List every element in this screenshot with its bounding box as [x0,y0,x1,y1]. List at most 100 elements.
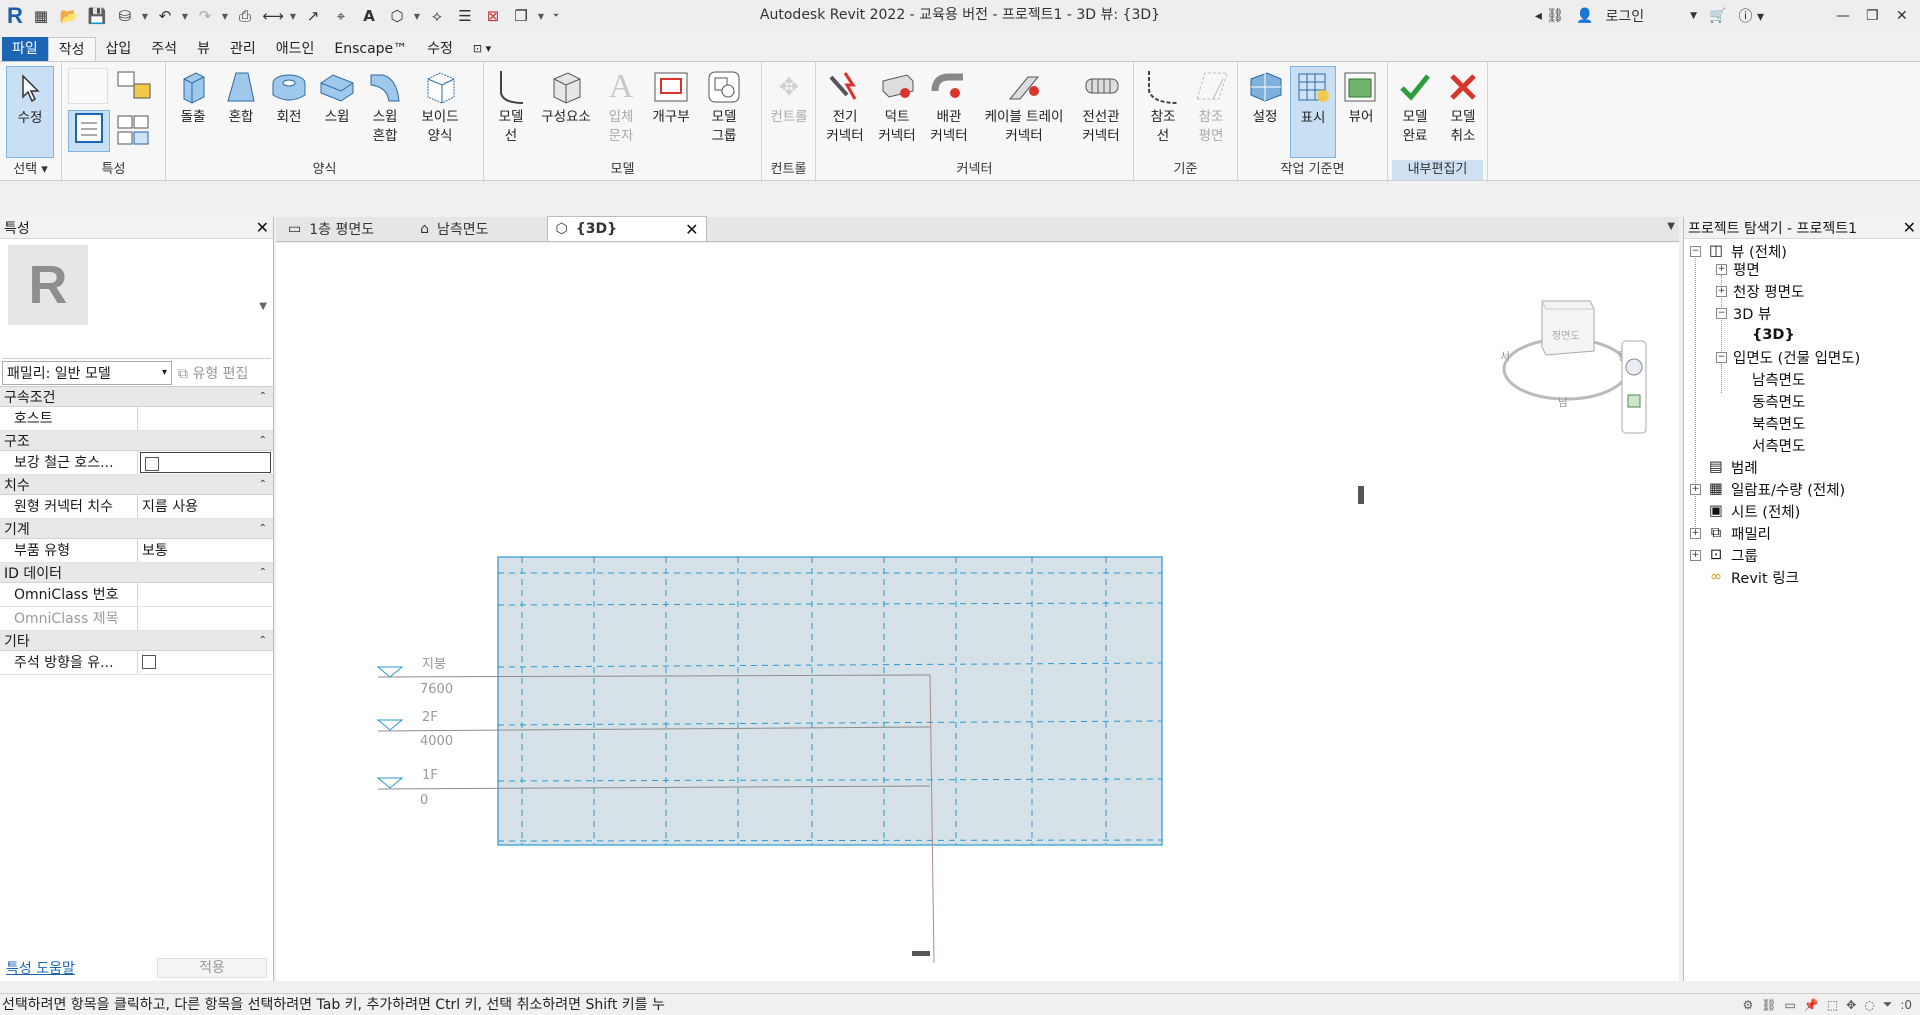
properties-help-link[interactable]: 특성 도움말 [6,958,75,978]
viewcube[interactable]: 정면도 서 동 남 [1500,300,1630,409]
3d-view-drawing[interactable]: 지붕 7600 2F 4000 1F 0 정면도 서 동 남 [276,243,1679,981]
select-pinned-icon[interactable]: 📌 [1804,998,1819,1012]
tree-item-3d[interactable]: {3D} [1752,325,1795,345]
type-selector[interactable]: R ▼ [2,239,271,359]
group-title[interactable]: 선택 ▾ [0,160,61,180]
tag-icon[interactable]: ⌖ [328,4,354,28]
set-work-plane-button[interactable]: 설정 [1242,66,1288,158]
tree-item-families[interactable]: + ⧉ 패밀리 [1690,523,1771,543]
electrical-connector-button[interactable]: 전기 커넥터 [820,66,870,158]
edit-type-button[interactable]: ⧉ 유형 편집 [178,363,248,383]
tree-item-legends[interactable]: ▤ 범례 [1707,457,1758,477]
vertical-scrollbar-thumb[interactable] [1358,486,1364,504]
revit-logo-icon[interactable]: R [4,3,26,29]
tree-item-3d-views[interactable]: − 3D 뷰 [1716,303,1771,323]
level-marker-2f[interactable] [376,719,404,731]
level-marker-roof[interactable] [376,666,404,678]
revolve-button[interactable]: 회전 [266,66,312,158]
family-filter-select[interactable]: 패밀리: 일반 모델 ▾ [2,360,172,385]
reference-line-button[interactable]: 참조 선 [1140,66,1186,158]
expand-icon[interactable]: + [1716,285,1727,297]
blend-button[interactable]: 혼합 [218,66,264,158]
tab-modify[interactable]: 수정 [417,37,463,62]
redo-icon[interactable]: ↷ [192,4,218,28]
conduit-connector-button[interactable]: 전선관 커넥터 [1074,66,1128,158]
void-forms-button[interactable]: 보이드 양식 [412,66,468,158]
login-button[interactable]: 로그인 [1600,0,1651,32]
restore-button[interactable]: ❐ [1860,0,1890,32]
expand-icon[interactable]: + [1690,527,1701,539]
collapse-icon[interactable]: ⌃ [259,479,267,490]
filter-icon[interactable]: ⏷ [1883,997,1893,1012]
tree-item-east[interactable]: 동측면도 [1752,391,1805,411]
collapse-icon[interactable]: − [1716,351,1727,363]
expand-icon[interactable]: + [1690,483,1701,495]
close-icon[interactable]: ✕ [685,220,698,239]
customize-qat-icon[interactable]: ⏷ [548,4,564,28]
section-icon[interactable]: ⟡ [424,4,450,28]
chevron-down-icon[interactable]: ▼ [536,4,546,28]
collapse-icon[interactable]: ⌃ [259,567,267,578]
tree-item-plans[interactable]: + 평면 [1716,259,1760,279]
tree-item-revit-links[interactable]: ∞ Revit 링크 [1707,567,1799,587]
tab-view-3d[interactable]: ⬡ {3D} ✕ [546,216,708,241]
modify-button[interactable]: 수정 [6,66,54,158]
pipe-connector-button[interactable]: 배관 커넥터 [924,66,974,158]
select-by-face-icon[interactable]: ⬚ [1827,998,1838,1012]
chevron-down-icon[interactable]: ▼ [288,4,298,28]
save-icon[interactable]: 💾 [84,4,110,28]
tab-annotate[interactable]: 주석 [141,37,187,62]
user-icon[interactable]: 👤 [1570,0,1599,32]
collapse-icon[interactable]: − [1690,245,1701,257]
home-icon[interactable]: ▦ [28,4,54,28]
close-icon[interactable]: ✕ [1903,218,1916,237]
property-row[interactable]: 부품 유형 보통 [0,539,273,563]
close-icon[interactable]: ✕ [256,218,269,237]
navigation-bar[interactable] [1621,340,1647,434]
close-hidden-windows-icon[interactable]: ⊠ [480,4,506,28]
family-types-icon[interactable] [68,68,108,104]
chevron-down-icon[interactable]: ▼ [1667,221,1675,232]
aligned-dimension-icon[interactable]: ↗ [300,4,326,28]
property-row[interactable]: 원형 커넥터 치수 지름 사용 [0,495,273,519]
worksets-icon[interactable]: ⚙ [1743,998,1754,1012]
family-category-icon[interactable] [114,68,154,104]
level-elevation[interactable]: 4000 [420,734,453,749]
chevron-down-icon[interactable]: ▼ [220,4,230,28]
level-name[interactable]: 지붕 [422,657,446,672]
level-name[interactable]: 2F [422,710,438,725]
tab-enscape[interactable]: Enscape™ [324,37,417,62]
tree-item-west[interactable]: 서측면도 [1752,435,1805,455]
tree-item-ceiling-plans[interactable]: + 천장 평면도 [1716,281,1804,301]
property-row[interactable]: OmniClass 제목 [0,607,273,631]
expand-icon[interactable]: + [1716,263,1727,275]
collapse-icon[interactable]: ⌃ [259,391,267,402]
expand-icon[interactable]: + [1690,549,1701,561]
binoculars-icon[interactable]: ◂ ⛓ [1529,0,1570,32]
level-elevation[interactable]: 7600 [420,682,453,697]
tree-item-south[interactable]: 남측면도 [1752,369,1805,389]
default-3d-view-icon[interactable]: ⬡ [384,4,410,28]
work-plane[interactable] [497,556,1163,846]
select-links-icon[interactable]: ⛓ [1761,998,1776,1012]
component-button[interactable]: 구성요소 [536,66,596,158]
background-processes-icon[interactable]: ◌ [1864,998,1874,1012]
help-icon[interactable]: ⓘ ▾ [1733,0,1770,32]
tab-addins[interactable]: 애드인 [266,37,325,62]
model-line-button[interactable]: 모델 선 [488,66,534,158]
opening-button[interactable]: 개구부 [646,66,696,158]
tab-view-floor-plan[interactable]: ▭ 1층 평면도 [280,217,382,241]
chevron-down-icon[interactable]: ▼ [180,4,190,28]
property-row[interactable]: OmniClass 번호 [0,583,273,607]
properties-button[interactable] [68,110,110,152]
tab-view-south-elevation[interactable]: ⌂ 남측면도 [412,217,496,241]
show-work-plane-button[interactable]: 표시 [1290,66,1336,158]
collapse-icon[interactable]: ⌃ [259,435,267,446]
undo-icon[interactable]: ↶ [152,4,178,28]
tree-item-elevations[interactable]: − 입면도 (건물 입면도) [1716,347,1860,367]
tab-view[interactable]: 뷰 [187,37,220,62]
checkbox[interactable] [142,655,156,669]
horizontal-scrollbar-thumb[interactable] [912,951,930,956]
property-row[interactable]: 보강 철근 호스... [0,451,273,475]
level-marker-1f[interactable] [376,777,404,789]
